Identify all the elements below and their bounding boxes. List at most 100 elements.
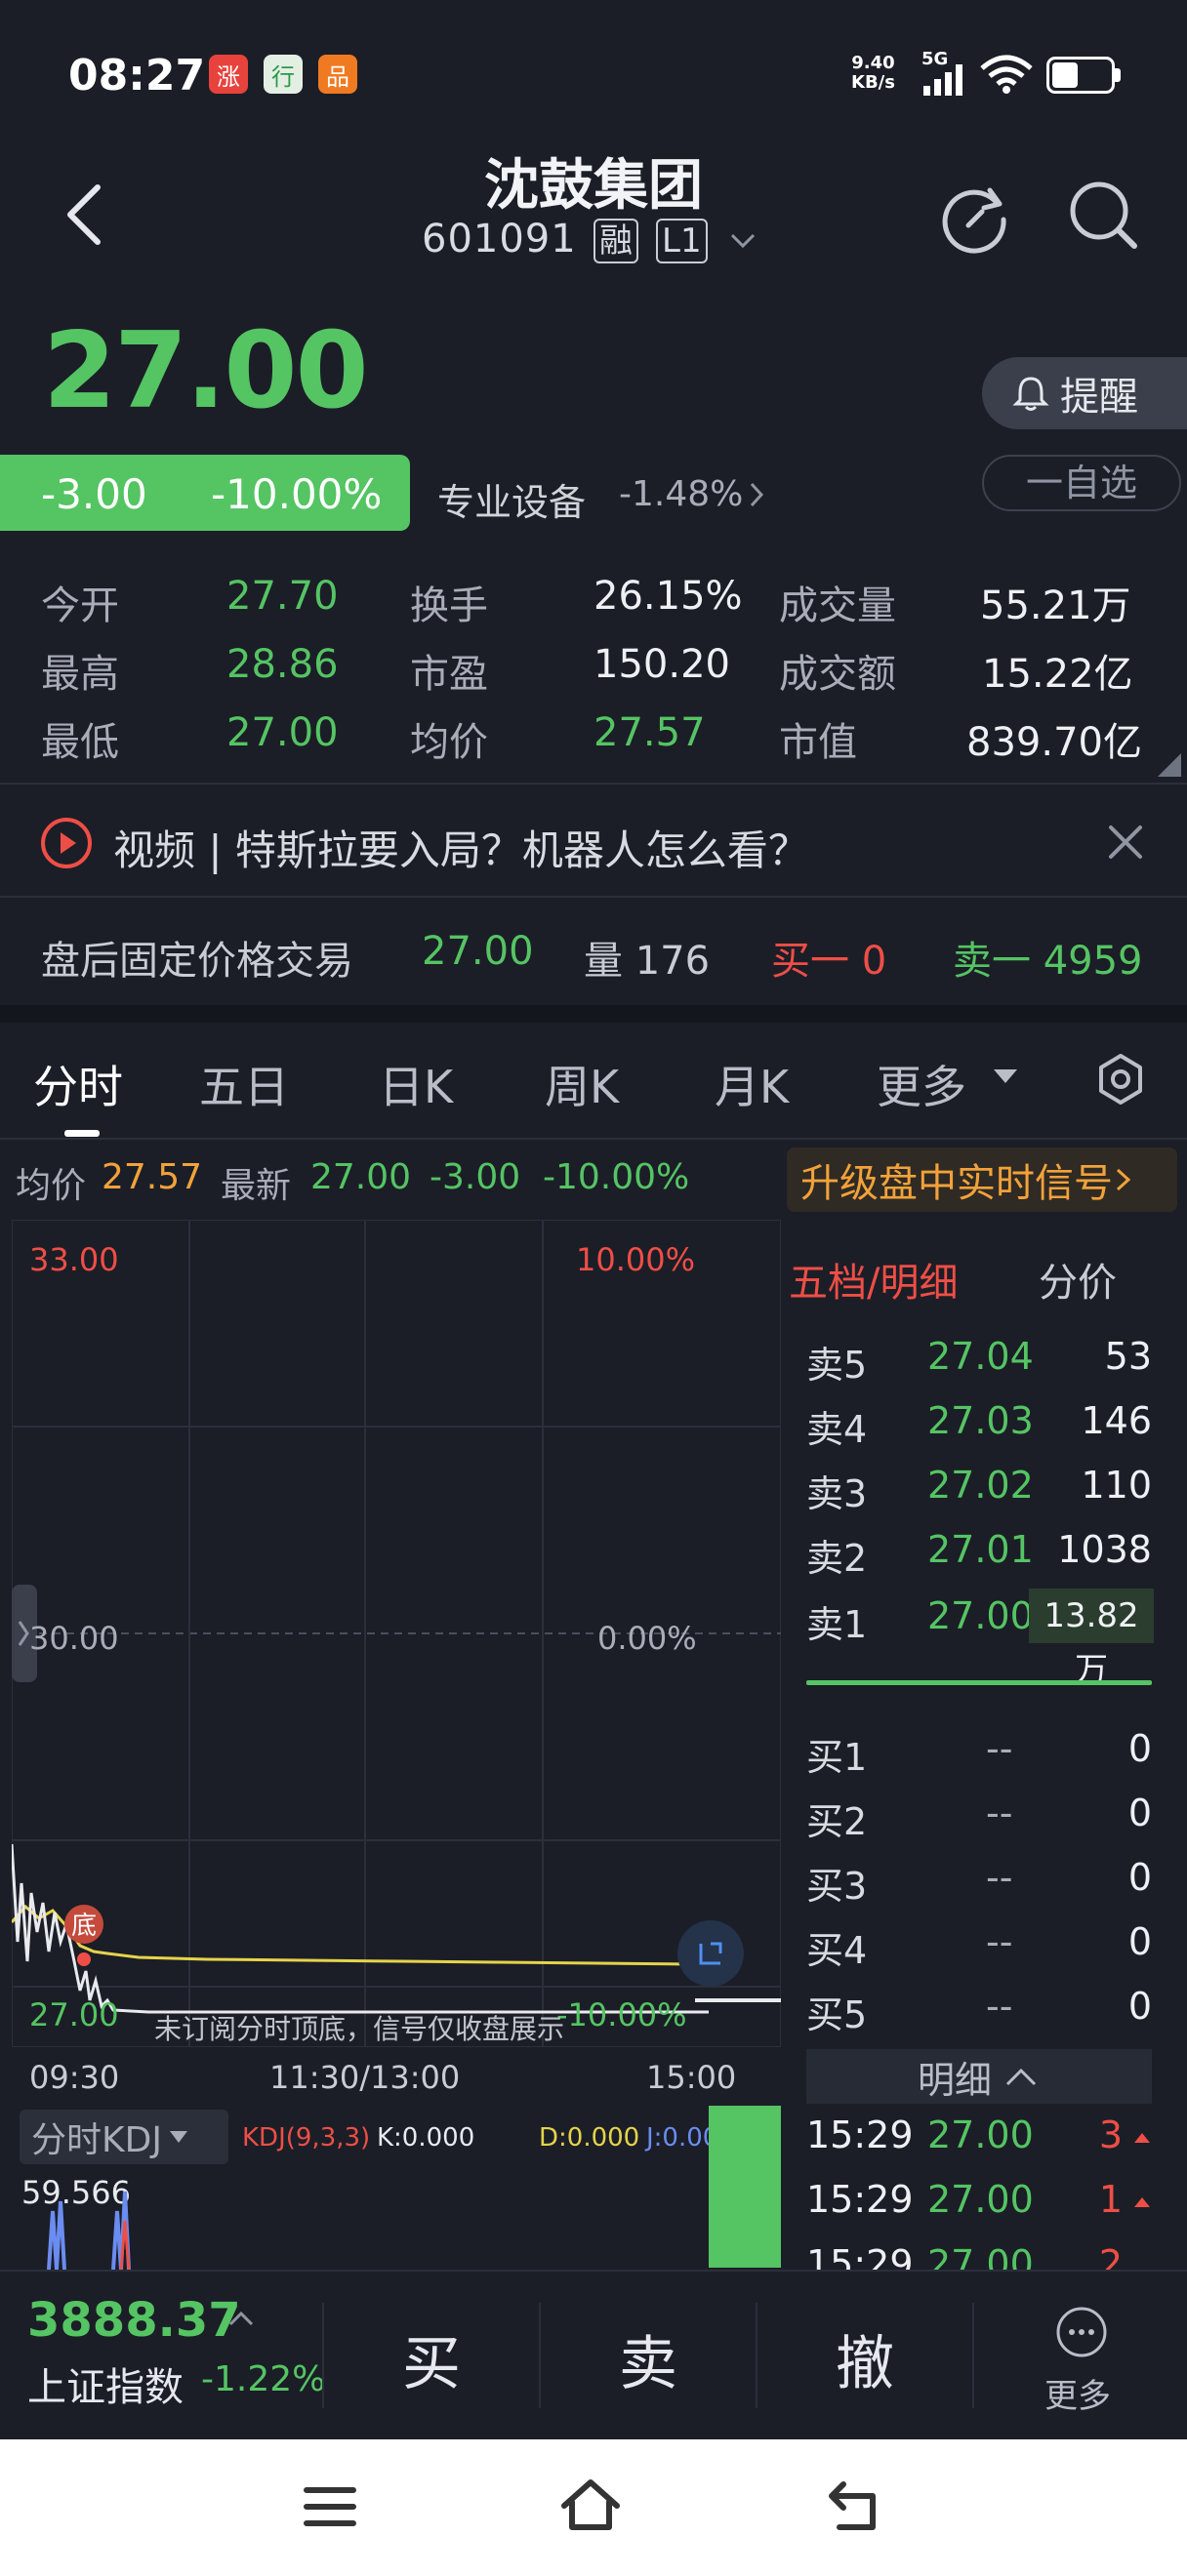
avg-value: 27.57	[102, 1157, 203, 1197]
ask-volume: 146	[1081, 1399, 1152, 1442]
settings-icon[interactable]	[1093, 1052, 1148, 1107]
indicator-select[interactable]: 分时KDJ	[20, 2110, 228, 2164]
tab-daily-k[interactable]: 日K	[379, 1052, 453, 1116]
tab-five-day[interactable]: 五日	[199, 1052, 289, 1116]
ask-label: 卖5	[806, 1344, 868, 1387]
chevron-right-icon	[750, 482, 764, 507]
chevron-down-icon[interactable]	[728, 226, 757, 256]
pct-axis-top: 10.00%	[576, 1241, 696, 1278]
play-icon	[41, 818, 92, 868]
sector-name[interactable]: 专业设备	[437, 472, 586, 526]
divider	[756, 2303, 757, 2408]
shop-notification-icon: 品	[318, 55, 357, 94]
latest-change: -3.00	[430, 1157, 521, 1197]
expand-corner-icon[interactable]	[1158, 753, 1181, 777]
bid-volume: 0	[1127, 1791, 1152, 1834]
network-speed: 9.40 KB/s	[851, 53, 895, 93]
refresh-icon[interactable]	[939, 181, 1013, 255]
caret-down-icon	[169, 2131, 187, 2143]
sector-change[interactable]: -1.48%	[619, 474, 743, 514]
tick-volume: 1	[1098, 2178, 1123, 2221]
tick-price: 27.00	[927, 2178, 1034, 2221]
signal-watermark: 未订阅分时顶底，信号仅收盘展示	[154, 2013, 565, 2045]
ask-label: 卖3	[806, 1472, 868, 1515]
pct-axis-bottom: -10.00%	[556, 1996, 687, 2033]
tick-volume: 3	[1098, 2113, 1123, 2156]
latest-value: 27.00	[310, 1157, 412, 1197]
bid-price: --	[986, 1856, 1013, 1899]
tab-more[interactable]: 更多	[877, 1052, 966, 1116]
signal-icon	[923, 64, 962, 96]
level-tag: L1	[656, 219, 708, 263]
index-change[interactable]: -1.22%	[201, 2359, 325, 2399]
divider	[0, 783, 1187, 785]
search-icon[interactable]	[1064, 176, 1142, 254]
upgrade-signal-button[interactable]: 升级盘中实时信号	[787, 1147, 1177, 1212]
change-percent: -10.00%	[211, 470, 383, 518]
stat-low-value: 27.00	[226, 710, 339, 755]
detail-toggle[interactable]: 明细	[806, 2049, 1152, 2104]
chevron-up-icon	[1005, 2068, 1037, 2086]
more-button-label[interactable]: 更多	[1044, 2369, 1111, 2417]
bid-label: 买3	[806, 1865, 868, 1908]
latest-change-percent: -10.00%	[543, 1157, 690, 1197]
remind-button[interactable]: 提醒	[982, 357, 1187, 429]
bid-price: --	[986, 1727, 1013, 1770]
kdj-mini-lines	[47, 2191, 131, 2270]
sell-button[interactable]: 卖	[590, 2316, 707, 2401]
app-notification-icon: 涨	[209, 55, 248, 94]
back-nav-icon[interactable]	[826, 2478, 884, 2533]
stat-volume-label: 成交量	[779, 584, 896, 628]
after-hours-price: 27.00	[422, 929, 534, 974]
ask-price: 27.03	[927, 1399, 1034, 1442]
stat-high-value: 28.86	[226, 642, 339, 687]
after-hours-label: 盘后固定价格交易	[41, 939, 353, 984]
tab-order-book[interactable]: 五档/明细	[789, 1251, 958, 1308]
wifi-icon	[980, 55, 1033, 94]
stat-high-label: 最高	[41, 652, 119, 697]
home-icon[interactable]	[558, 2476, 623, 2533]
closing-bar	[695, 1998, 781, 2002]
margin-tag: 融	[594, 219, 638, 263]
ask-volume: 53	[1104, 1335, 1152, 1378]
ask-volume-highlight: 13.82万	[1029, 1589, 1154, 1690]
bid-label: 买5	[806, 1993, 868, 2036]
menu-icon[interactable]	[303, 2482, 357, 2531]
divider	[539, 2303, 541, 2408]
close-icon[interactable]	[1103, 820, 1148, 865]
ask-label: 卖4	[806, 1408, 868, 1451]
stat-open-value: 27.70	[226, 574, 339, 619]
more-icon[interactable]	[1054, 2305, 1109, 2359]
tab-timeshare[interactable]: 分时	[33, 1052, 123, 1116]
ask-price: 27.04	[927, 1335, 1034, 1378]
buy-button[interactable]: 买	[373, 2316, 490, 2401]
stat-amount-value: 15.22亿	[982, 652, 1133, 697]
bid-volume: 0	[1127, 1856, 1152, 1899]
watchlist-button[interactable]: 一自选	[982, 455, 1181, 511]
stat-amount-label: 成交额	[779, 652, 896, 697]
cancel-button[interactable]: 撤	[806, 2316, 923, 2401]
bid-price: --	[986, 1791, 1013, 1834]
y-axis-mid: 30.00	[29, 1620, 119, 1657]
stat-mcap-value: 839.70亿	[966, 720, 1142, 765]
change-value: -3.00	[41, 470, 147, 518]
bottom-marker-label: 底	[71, 1912, 97, 1941]
section-gap	[0, 1005, 1187, 1023]
index-name[interactable]: 上证指数	[27, 2355, 184, 2412]
tab-weekly-k[interactable]: 周K	[545, 1052, 619, 1116]
stat-turnover-label: 换手	[410, 584, 488, 628]
bid-volume: 0	[1127, 1985, 1152, 2028]
stat-avg-value: 27.57	[594, 710, 706, 755]
tab-monthly-k[interactable]: 月K	[715, 1052, 789, 1116]
tab-price-volume[interactable]: 分价	[1039, 1251, 1117, 1308]
status-time: 08:27	[68, 51, 206, 101]
stat-pe-value: 150.20	[594, 642, 730, 687]
ask-price: 27.02	[927, 1464, 1034, 1507]
ask-label: 卖2	[806, 1537, 868, 1580]
index-value[interactable]: 3888.37	[27, 2293, 241, 2348]
chevron-up-icon[interactable]	[226, 2309, 256, 2328]
after-hours-volume: 量 176	[584, 939, 711, 984]
news-headline[interactable]: 视频 | 特斯拉要入局？机器人怎么看？	[113, 818, 809, 877]
bid-label: 买1	[806, 1736, 868, 1779]
divider	[0, 1138, 1187, 1140]
